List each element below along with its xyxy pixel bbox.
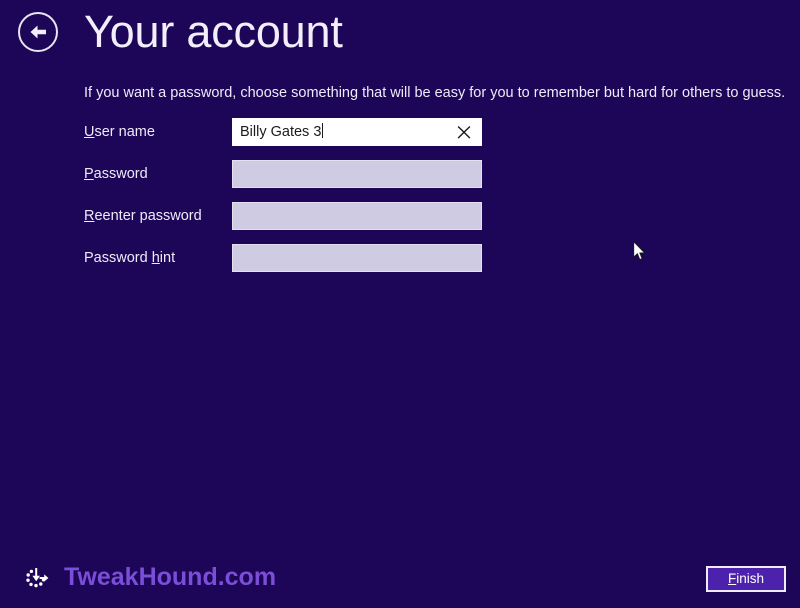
username-value: Billy Gates 3 — [240, 123, 324, 140]
label-reenter-password: Reenter password — [84, 208, 202, 224]
field-row-password-hint: Password hint — [0, 244, 800, 286]
page-title: Your account — [84, 6, 343, 57]
clear-username-button[interactable] — [453, 119, 475, 145]
button-accelerator: F — [727, 571, 737, 586]
label-username: User name — [84, 124, 155, 140]
label-accelerator: h — [151, 250, 160, 266]
label-password: Password — [84, 166, 148, 182]
text-caret — [322, 123, 324, 138]
field-row-username: User name Billy Gates 3 — [0, 118, 800, 160]
brand-text: TweakHound.com — [64, 563, 277, 591]
field-row-password: Password — [0, 160, 800, 202]
tweakhound-logo-icon — [22, 564, 50, 592]
username-input[interactable]: Billy Gates 3 — [232, 118, 482, 146]
label-accelerator: U — [84, 124, 95, 140]
password-hint-input[interactable] — [232, 244, 482, 272]
label-accelerator: R — [84, 208, 95, 224]
account-form: User name Billy Gates 3 Password Reenter… — [0, 118, 800, 286]
field-row-reenter-password: Reenter password — [0, 202, 800, 244]
reenter-password-input[interactable] — [232, 202, 482, 230]
brand-watermark: TweakHound.com — [22, 563, 276, 592]
finish-button[interactable]: Finish — [706, 566, 786, 592]
page-header: Your account — [0, 0, 800, 72]
label-password-hint: Password hint — [84, 250, 176, 266]
password-input[interactable] — [232, 160, 482, 188]
instruction-text: If you want a password, choose something… — [84, 85, 786, 101]
back-button[interactable] — [18, 12, 58, 52]
label-accelerator: P — [84, 166, 94, 182]
